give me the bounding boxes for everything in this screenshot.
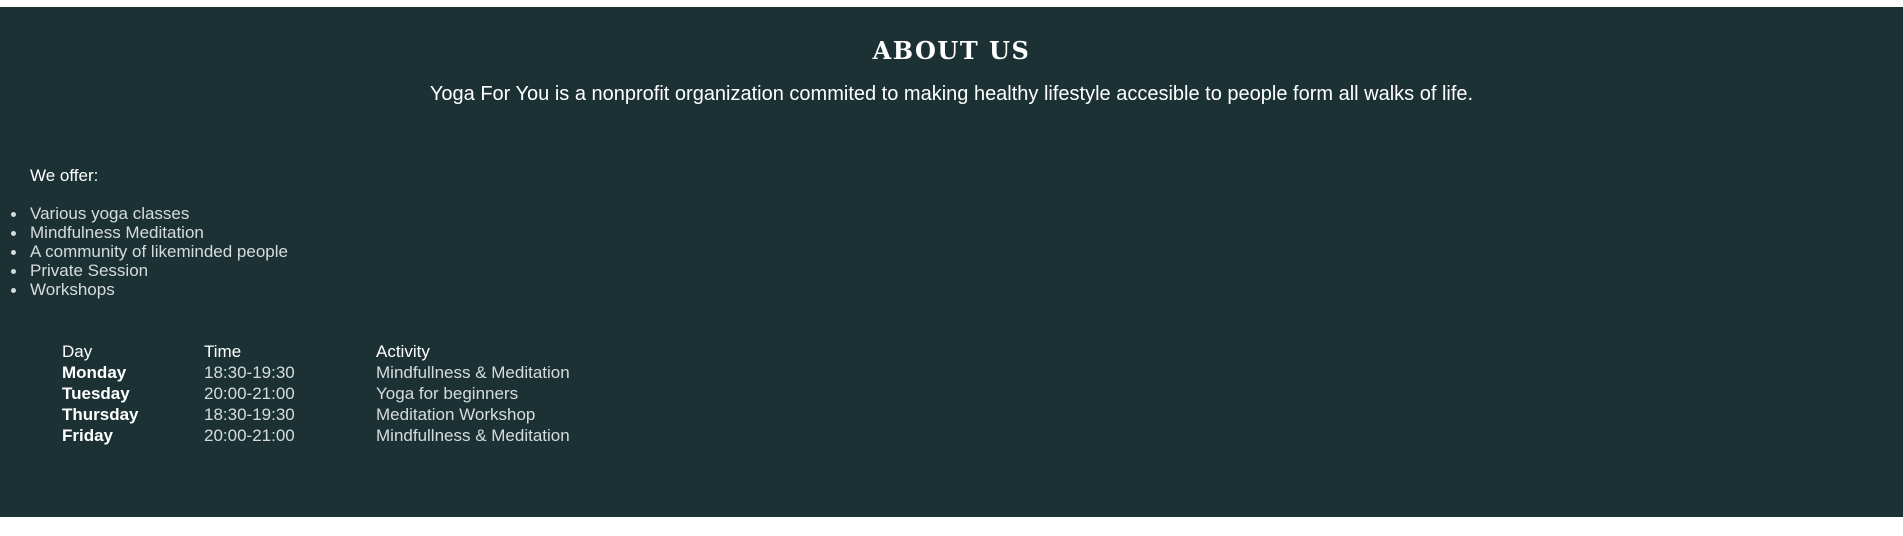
schedule-activity: Meditation Workshop — [376, 405, 536, 424]
about-description: Yoga For You is a nonprofit organization… — [429, 83, 1474, 105]
offer-item: Workshops — [11, 280, 288, 299]
schedule-activity: Mindfullness & Meditation — [376, 426, 570, 445]
schedule-time: 20:00-21:00 — [204, 426, 295, 445]
offer-heading: We offer: — [30, 166, 99, 185]
about-section: ABOUT US Yoga For You is a nonprofit org… — [0, 7, 1903, 517]
header-activity: Activity — [376, 342, 430, 361]
schedule-day: Tuesday — [62, 384, 130, 403]
schedule-time: 18:30-19:30 — [204, 405, 295, 424]
offer-item: A community of likeminded people — [11, 242, 288, 261]
schedule-time: 20:00-21:00 — [204, 384, 295, 403]
header-time: Time — [204, 342, 242, 361]
schedule-day: Monday — [62, 363, 127, 382]
schedule-time: 18:30-19:30 — [204, 363, 295, 382]
offer-item: Private Session — [11, 261, 288, 280]
offer-list: Various yoga classes Mindfulness Meditat… — [11, 204, 288, 299]
schedule-day: Friday — [62, 426, 114, 445]
schedule-activity: Yoga for beginners — [376, 384, 519, 403]
section-title: ABOUT US — [872, 36, 1031, 65]
schedule-day: Thursday — [62, 405, 139, 424]
offer-item: Mindfulness Meditation — [11, 223, 288, 242]
offer-item: Various yoga classes — [11, 204, 288, 223]
header-day: Day — [62, 342, 93, 361]
schedule-activity: Mindfullness & Meditation — [376, 363, 570, 382]
